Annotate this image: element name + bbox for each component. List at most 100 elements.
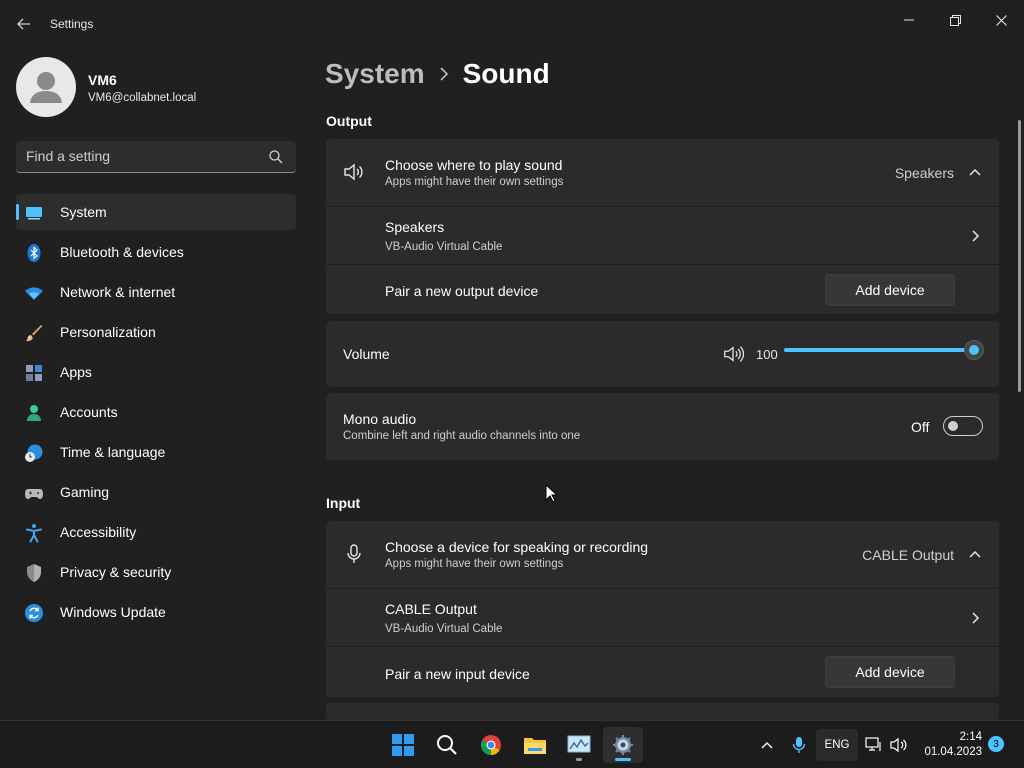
pair-output-label: Pair a new output device — [385, 283, 539, 299]
output-section-title: Output — [326, 113, 372, 129]
taskbar-settings[interactable] — [603, 727, 643, 763]
tray-volume[interactable] — [888, 721, 910, 768]
taskbar-search-button[interactable] — [427, 727, 467, 763]
chrome-icon — [480, 735, 501, 756]
sidebar-item-label: Network & internet — [60, 284, 176, 300]
sidebar-item-time-language[interactable]: Time & language — [16, 434, 296, 470]
output-selected-device: Speakers — [894, 165, 954, 181]
sidebar-item-label: System — [60, 204, 107, 220]
sidebar-item-gaming[interactable]: Gaming — [16, 474, 296, 510]
volume-slider-thumb[interactable] — [964, 340, 984, 360]
output-choose-title: Choose where to play sound — [385, 157, 563, 173]
chevron-right-icon[interactable] — [967, 228, 983, 244]
running-indicator — [576, 758, 582, 761]
speaker-icon — [344, 163, 363, 181]
output-device-expander[interactable]: Choose where to play sound Apps might ha… — [326, 139, 999, 206]
sidebar-item-system[interactable]: System — [16, 194, 296, 230]
restore-icon — [949, 14, 961, 26]
sidebar-item-bluetooth[interactable]: Bluetooth & devices — [16, 234, 296, 270]
input-device-cable-output[interactable]: CABLE Output VB-Audio Virtual Cable — [326, 588, 999, 646]
language-indicator[interactable]: ENG — [816, 729, 858, 761]
taskbar-chrome[interactable] — [471, 727, 511, 763]
sidebar-item-accounts[interactable]: Accounts — [16, 394, 296, 430]
apps-icon — [26, 365, 42, 381]
network-icon — [865, 737, 881, 751]
volume-speaker-icon[interactable] — [722, 343, 744, 365]
tray-network[interactable] — [864, 721, 884, 768]
speaker-icon — [890, 737, 907, 753]
mono-audio-toggle[interactable] — [943, 416, 983, 436]
toggle-knob — [948, 421, 958, 431]
folder-icon — [524, 738, 546, 754]
output-device-name: Speakers — [385, 219, 445, 235]
sidebar-item-apps[interactable]: Apps — [16, 354, 296, 390]
sidebar-item-label: Personalization — [60, 324, 156, 340]
mono-audio-subtitle: Combine left and right audio channels in… — [343, 430, 581, 442]
search-icon[interactable] — [268, 149, 284, 165]
sidebar-item-label: Gaming — [60, 484, 110, 500]
back-arrow-icon — [17, 18, 30, 30]
accessibility-icon — [26, 524, 42, 543]
sidebar-item-windows-update[interactable]: Windows Update — [16, 594, 296, 630]
tray-microphone[interactable] — [788, 721, 810, 768]
app-title: Settings — [50, 17, 94, 31]
page-scrollbar[interactable] — [1018, 120, 1021, 392]
mono-audio-card: Mono audio Combine left and right audio … — [326, 393, 999, 460]
bluetooth-icon — [27, 244, 41, 262]
input-device-name: CABLE Output — [385, 601, 477, 617]
sidebar-item-label: Bluetooth & devices — [60, 244, 184, 260]
taskbar-app-monitor[interactable] — [559, 727, 599, 763]
close-button[interactable] — [978, 4, 1024, 36]
volume-slider[interactable] — [784, 340, 984, 360]
mono-audio-title: Mono audio — [343, 411, 417, 427]
pair-output-row: Pair a new output device Add device — [326, 264, 999, 314]
restore-button[interactable] — [932, 4, 978, 36]
sidebar-item-privacy[interactable]: Privacy & security — [16, 554, 296, 590]
notification-badge[interactable]: 3 — [988, 736, 1004, 752]
search-icon — [437, 735, 457, 755]
pair-input-label: Pair a new input device — [385, 666, 530, 682]
chevron-up-icon[interactable] — [967, 547, 983, 563]
input-choose-subtitle: Apps might have their own settings — [385, 558, 564, 570]
sidebar-item-label: Accounts — [60, 404, 118, 420]
globe-clock-icon — [25, 444, 43, 462]
search-box[interactable] — [16, 141, 296, 173]
input-selected-device: CABLE Output — [862, 547, 954, 563]
update-icon — [25, 604, 43, 622]
sidebar-item-label: Apps — [60, 364, 92, 380]
input-card: Choose a device for speaking or recordin… — [326, 521, 999, 697]
shield-icon — [27, 564, 41, 582]
minimize-icon — [904, 19, 914, 21]
sidebar-item-personalization[interactable]: Personalization — [16, 314, 296, 350]
sidebar-item-label: Windows Update — [60, 604, 166, 620]
sidebar-item-accessibility[interactable]: Accessibility — [16, 514, 296, 550]
chart-window-icon — [567, 735, 591, 753]
show-hidden-icons-button[interactable] — [756, 721, 778, 768]
chevron-up-icon[interactable] — [967, 165, 983, 181]
mouse-cursor-icon — [545, 484, 557, 503]
user-name: VM6 — [88, 72, 117, 88]
start-button[interactable] — [383, 727, 423, 763]
gamepad-icon — [25, 489, 43, 499]
taskbar-clock[interactable]: 2:14 01.04.2023 — [912, 730, 982, 760]
wifi-icon — [25, 287, 43, 300]
back-button[interactable] — [12, 12, 36, 36]
chevron-up-icon — [761, 742, 773, 749]
sidebar-item-network[interactable]: Network & internet — [16, 274, 296, 310]
active-indicator — [615, 758, 631, 761]
taskbar: ENG 2:14 01.04.2023 — [0, 720, 1024, 768]
clock-date: 01.04.2023 — [924, 746, 982, 758]
output-device-speakers[interactable]: Speakers VB-Audio Virtual Cable — [326, 206, 999, 264]
breadcrumb-parent[interactable]: System — [325, 58, 425, 89]
minimize-button[interactable] — [886, 4, 932, 36]
taskbar-file-explorer[interactable] — [515, 727, 555, 763]
add-output-device-button[interactable]: Add device — [825, 274, 955, 306]
output-device-sub: VB-Audio Virtual Cable — [385, 241, 503, 253]
add-input-device-button[interactable]: Add device — [825, 656, 955, 688]
search-input[interactable] — [26, 148, 266, 164]
chevron-right-icon[interactable] — [967, 610, 983, 626]
input-device-expander[interactable]: Choose a device for speaking or recordin… — [326, 521, 999, 588]
volume-label: Volume — [343, 346, 390, 362]
avatar[interactable] — [16, 57, 76, 117]
input-section-title: Input — [326, 495, 361, 511]
